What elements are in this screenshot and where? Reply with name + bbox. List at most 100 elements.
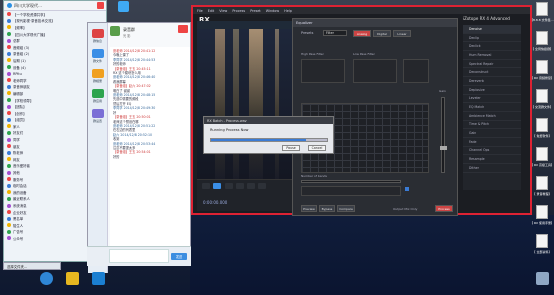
ie-icon[interactable]	[40, 272, 53, 285]
desktop-file-icon[interactable]	[536, 60, 548, 74]
module-item[interactable]: Time & Pitch	[463, 121, 521, 130]
qq-group-item[interactable]: 老师同学	[4, 77, 88, 84]
qq-group-item[interactable]: 广告号	[4, 229, 88, 236]
loop-icon[interactable]	[247, 183, 256, 189]
desktop-file-icon[interactable]	[536, 147, 548, 161]
module-item[interactable]: Hum Removal	[463, 51, 521, 60]
preview-button[interactable]: Preview	[301, 205, 317, 212]
chrome-icon-2[interactable]	[66, 272, 79, 285]
menu-item-help[interactable]: Help	[284, 9, 292, 13]
recycle-bin-icon[interactable]	[536, 272, 549, 285]
cancel-button[interactable]: Cancel	[308, 145, 326, 151]
qq-group-item[interactable]: 【四川大学现代广播】	[4, 31, 88, 38]
qq-group-item[interactable]: 编辑部	[4, 90, 88, 97]
menu-item-process[interactable]: Process	[232, 9, 245, 13]
qq-chat-avatar[interactable]	[110, 26, 120, 36]
process-button[interactable]: Process	[435, 205, 453, 212]
qq-side-icon[interactable]	[91, 109, 104, 118]
qq-group-item[interactable]: 【创作】	[4, 110, 88, 117]
module-item[interactable]: Dereverb	[463, 77, 521, 86]
qq-group-item[interactable]: 总群	[4, 37, 88, 44]
module-item[interactable]: Leveler	[463, 95, 521, 104]
qq-side-icon[interactable]	[91, 69, 104, 78]
qq-group-item[interactable]: 录音组 (2)	[4, 51, 88, 58]
qq-group-item[interactable]: 【现代影视·录音技术交流】	[4, 18, 88, 25]
qq-side-icon[interactable]	[91, 29, 104, 38]
qq-side-icon[interactable]	[91, 49, 104, 58]
menu-item-file[interactable]: File	[197, 9, 203, 13]
desktop-file-icon[interactable]	[536, 118, 548, 132]
qq-group-item[interactable]: 【学校领导】	[4, 97, 88, 104]
menu-item-edit[interactable]: Edit	[208, 9, 215, 13]
module-item[interactable]: EQ Match	[463, 103, 521, 112]
qq-group-item[interactable]: RPitu	[4, 70, 88, 77]
eq-mode-analog-button[interactable]: Analog	[353, 30, 371, 37]
module-item[interactable]: Declip	[463, 34, 521, 43]
qq-group-item[interactable]: 黑名单	[4, 215, 88, 222]
compare-button[interactable]: Compare	[337, 205, 355, 212]
qq-title-bar[interactable]: 四川大学现代…	[4, 1, 106, 11]
send-button[interactable]: 发送	[171, 253, 187, 260]
desktop-file-icon[interactable]	[536, 234, 548, 248]
folder-selector-bar[interactable]: 选择文件夹...	[3, 262, 61, 270]
zoom-icon[interactable]	[258, 183, 267, 189]
play-icon[interactable]	[213, 183, 222, 189]
desktop-file-icon[interactable]	[536, 176, 548, 190]
music-icon[interactable]	[118, 1, 129, 12]
qq-group-item[interactable]: 【一个学校资源共享】	[4, 11, 88, 18]
qq-group-item[interactable]: 音频组 (3)	[4, 44, 88, 51]
qq-group-item[interactable]: 设备 (4)	[4, 64, 88, 71]
gain-slider-handle[interactable]	[440, 146, 447, 150]
gain-slider[interactable]	[440, 97, 447, 173]
desktop-file-icon[interactable]	[536, 89, 548, 103]
qq-input-field[interactable]	[109, 249, 169, 263]
module-item[interactable]: Deconstruct	[463, 68, 521, 78]
qq-group-item[interactable]: 我的设备	[4, 189, 88, 196]
lp-control[interactable]	[353, 59, 397, 83]
qq-group-item[interactable]: 【组员】	[4, 117, 88, 124]
record-icon[interactable]	[235, 183, 244, 189]
module-item[interactable]: Channel Ops	[463, 147, 521, 156]
bypass-button[interactable]: Bypass	[319, 205, 335, 212]
desktop-file-icon[interactable]	[536, 31, 548, 45]
menu-item-view[interactable]: View	[219, 9, 227, 13]
module-item[interactable]: Dither	[463, 164, 521, 173]
eq-scroll-arrows[interactable]	[403, 59, 429, 83]
menu-item-window[interactable]: Window	[266, 9, 279, 13]
qq-group-item[interactable]: 其他	[4, 169, 88, 176]
eq-mode-linear-button[interactable]: Linear	[393, 30, 411, 37]
qq-close-button[interactable]	[178, 25, 188, 33]
preset-select[interactable]: Filter	[323, 30, 347, 36]
qq-group-item[interactable]: 同学	[4, 136, 88, 143]
module-item[interactable]: Declick	[463, 42, 521, 52]
qq-group-item[interactable]: 服务号	[4, 176, 88, 183]
qq-group-item[interactable]: 企业好友	[4, 209, 88, 216]
module-item[interactable]: Gain	[463, 129, 521, 138]
pause-button[interactable]: Pause	[282, 145, 300, 151]
qq-group-item[interactable]: 陪生人	[4, 222, 88, 229]
module-item[interactable]: Ambience Match	[463, 112, 521, 121]
menu-item-preset[interactable]: Preset	[250, 9, 261, 13]
module-item[interactable]: Resample	[463, 155, 521, 164]
module-item[interactable]: Spectral Repair	[463, 60, 521, 69]
bands-slider[interactable]	[301, 180, 401, 183]
qq-group-item[interactable]: 【频率】	[4, 24, 88, 31]
desktop-file-icon[interactable]	[536, 205, 548, 219]
qq-group-item[interactable]: 最近联系人	[4, 196, 88, 203]
qq-group-item[interactable]: 后期 (1)	[4, 57, 88, 64]
qq-group-item[interactable]: 网友	[4, 156, 88, 163]
qq-side-icon[interactable]	[91, 89, 104, 98]
qq-group-item[interactable]: 录音师朋友	[4, 84, 88, 91]
desktop-file-icon[interactable]	[536, 2, 548, 16]
output-checkbox[interactable]	[405, 187, 409, 191]
qq-penguin-icon[interactable]	[92, 272, 105, 285]
module-item[interactable]: Fade	[463, 138, 521, 147]
eq-mode-digital-button[interactable]: Digital	[373, 30, 391, 37]
qq-group-item[interactable]: 【团队】	[4, 103, 88, 110]
qq-group-item[interactable]: 临时会话	[4, 182, 88, 189]
module-item[interactable]: Denoise	[463, 25, 521, 34]
module-item[interactable]: Deplosive	[463, 86, 521, 95]
qq-group-item[interactable]: 系统消息	[4, 202, 88, 209]
stop-icon[interactable]	[224, 183, 233, 189]
qq-group-item[interactable]: 朋友	[4, 143, 88, 150]
